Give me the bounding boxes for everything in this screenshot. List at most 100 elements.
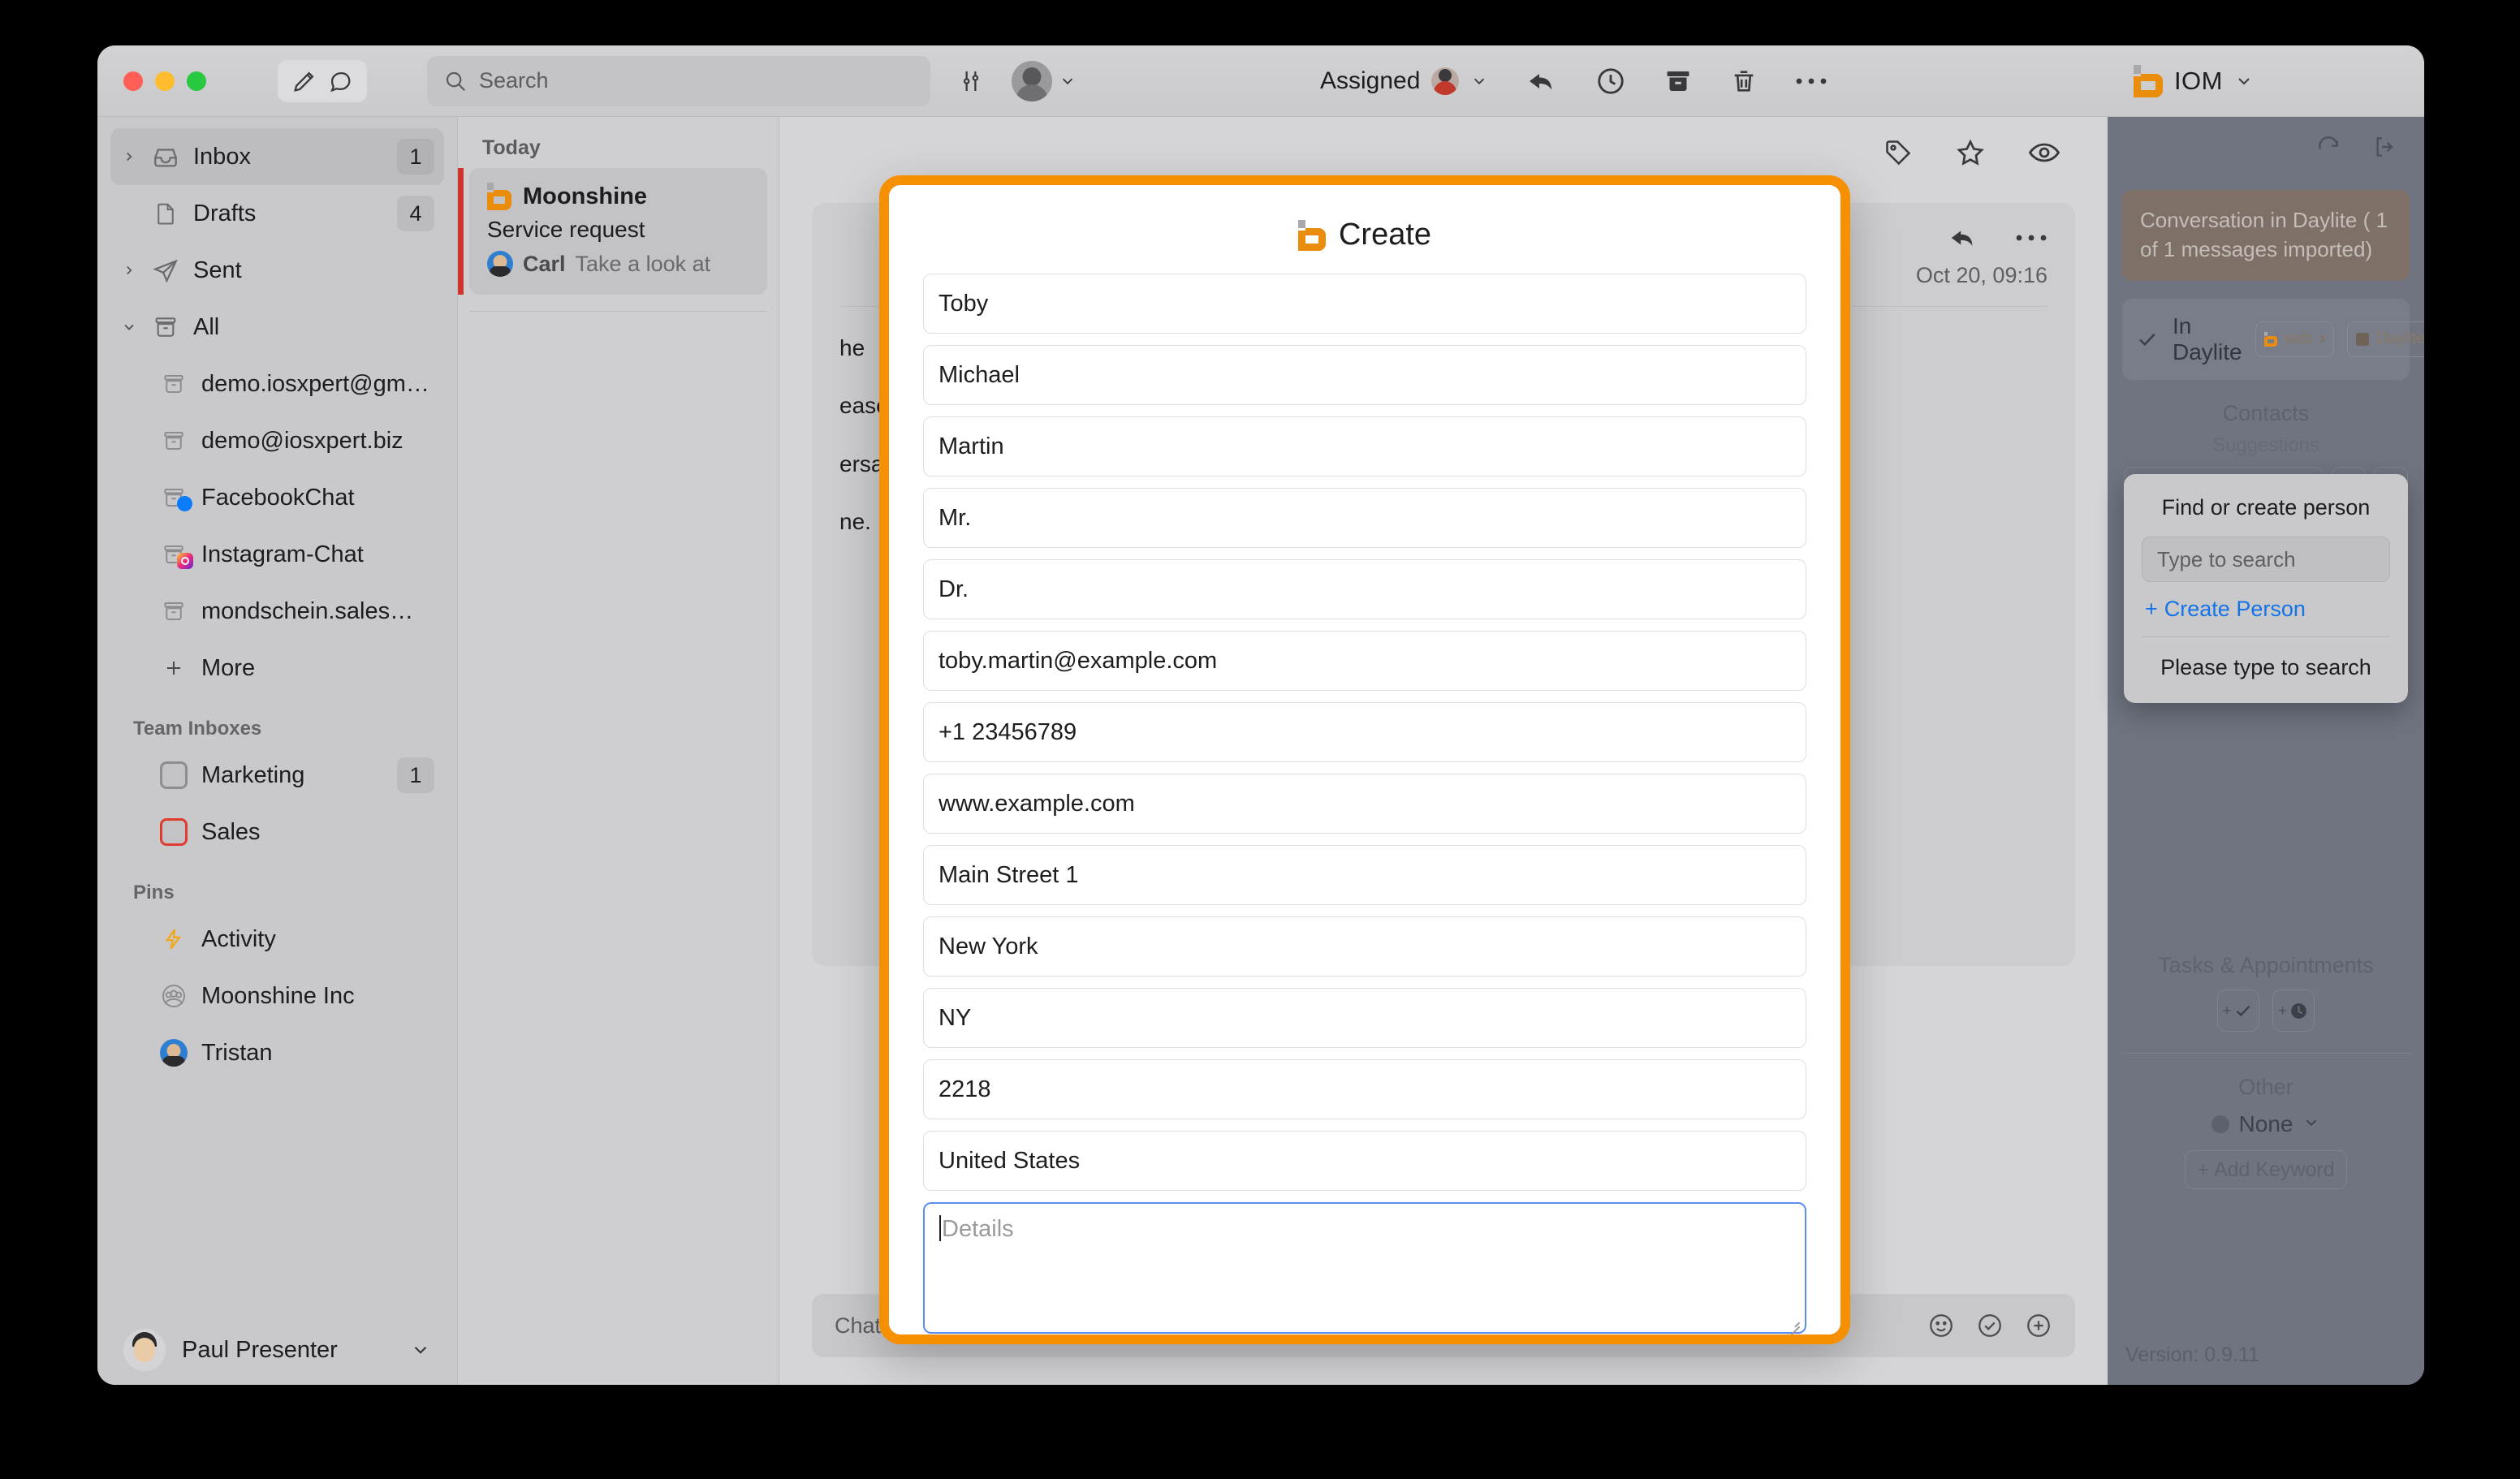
sidebar-item-drafts[interactable]: Drafts 4: [110, 185, 444, 242]
website-input[interactable]: www.example.com: [923, 774, 1806, 834]
open-in-daylite-button[interactable]: Daylite »: [2346, 321, 2424, 357]
emoji-icon[interactable]: [1927, 1312, 1955, 1339]
salutation-input[interactable]: Mr.: [923, 488, 1806, 548]
eye-icon[interactable]: [2028, 140, 2060, 165]
title-input[interactable]: Dr.: [923, 559, 1806, 619]
sidebar-item-label: Sent: [193, 257, 242, 283]
pencil-icon[interactable]: [291, 67, 318, 95]
sidebar-item-tristan[interactable]: Tristan: [110, 1024, 444, 1081]
modal-title-label: Create: [1338, 218, 1432, 252]
create-person-button[interactable]: + Create Person: [2145, 597, 2390, 622]
close-window-button[interactable]: [123, 71, 143, 91]
suggestions-title: Suggestions: [2211, 433, 2320, 456]
resize-handle[interactable]: [1787, 1315, 1800, 1328]
user-name: Paul Presenter: [182, 1336, 338, 1363]
sidebar-item-sales[interactable]: Sales: [110, 804, 444, 860]
add-keyword-button[interactable]: + Add Keyword: [2185, 1150, 2347, 1189]
sliders-icon[interactable]: [958, 68, 984, 94]
star-icon[interactable]: [1955, 137, 1986, 168]
daylite-pill-label: Daylite: [2375, 330, 2424, 348]
plus-icon: +: [2197, 1158, 2209, 1181]
team-color-swatch-icon: [158, 818, 190, 846]
tag-icon[interactable]: [1884, 138, 1913, 167]
chevron-down-icon[interactable]: [410, 1339, 431, 1360]
pins-title: Pins: [133, 882, 175, 903]
sidebar-item-inbox[interactable]: Inbox 1: [110, 128, 444, 185]
trash-icon[interactable]: [1730, 67, 1758, 96]
user-profile-button[interactable]: Paul Presenter: [97, 1315, 457, 1385]
sidebar-item-facebookchat[interactable]: FacebookChat: [110, 469, 444, 526]
account-avatar-button[interactable]: [1012, 60, 1077, 101]
logout-icon[interactable]: [2364, 128, 2406, 166]
sidebar-item-all[interactable]: All: [110, 299, 444, 356]
reply-arrow-icon[interactable]: [1525, 67, 1558, 96]
chevron-right-icon[interactable]: [120, 149, 138, 164]
sidebar-item-more[interactable]: More: [110, 640, 444, 696]
modal-content: Create Toby Michael Martin Mr. Dr. toby.…: [889, 185, 1840, 1335]
message-subject: Service request: [487, 217, 645, 242]
sidebar-item-label: demo@iosxpert.biz: [201, 427, 403, 454]
task-check-icon[interactable]: [1976, 1312, 2004, 1339]
sidebar-item-marketing[interactable]: Marketing 1: [110, 747, 444, 804]
toolbar-actions: [1525, 66, 1827, 97]
search-icon: [443, 69, 468, 93]
popover-empty-state: Please type to search: [2160, 655, 2371, 679]
divider: [2121, 1053, 2411, 1054]
other-status-value: None: [2238, 1111, 2293, 1136]
sidebar-item-activity[interactable]: Activity: [110, 911, 444, 968]
person-search-placeholder: Type to search: [2157, 546, 2296, 571]
unread-badge: 4: [397, 196, 434, 231]
sidebar-item-account-gmail[interactable]: demo.iosxpert@gmail....: [110, 356, 444, 412]
chevron-right-icon[interactable]: [120, 263, 138, 278]
chevron-down-icon[interactable]: [120, 319, 138, 335]
refresh-icon[interactable]: [2307, 128, 2350, 166]
ellipsis-icon[interactable]: [2015, 233, 2048, 243]
contacts-title: Contacts: [2222, 400, 2310, 425]
create-person-modal: Create Toby Michael Martin Mr. Dr. toby.…: [879, 175, 1850, 1344]
archive-box-icon[interactable]: [1663, 67, 1693, 96]
instagram-box-icon: [158, 542, 193, 569]
maximize-window-button[interactable]: [187, 71, 206, 91]
last-name-input[interactable]: Martin: [923, 416, 1806, 476]
speech-bubble-icon[interactable]: [326, 67, 354, 95]
sidebar-item-account-mondschein[interactable]: mondschein.sales@ios...: [110, 583, 444, 640]
details-textarea[interactable]: Details: [923, 1202, 1806, 1334]
toolbar-right-group: [930, 60, 1077, 101]
add-task-icon[interactable]: +: [2217, 990, 2259, 1032]
middle-name-input[interactable]: Michael: [923, 345, 1806, 405]
sidebar-item-sent[interactable]: Sent: [110, 242, 444, 299]
country-input[interactable]: United States: [923, 1131, 1806, 1191]
list-divider: [469, 311, 767, 312]
ellipsis-icon[interactable]: [1795, 76, 1827, 86]
state-input[interactable]: NY: [923, 988, 1806, 1048]
street-input[interactable]: Main Street 1: [923, 845, 1806, 905]
brand-menu[interactable]: IOM: [2133, 64, 2254, 97]
postal-code-input[interactable]: 2218: [923, 1059, 1806, 1119]
email-input[interactable]: toby.martin@example.com: [923, 631, 1806, 691]
city-input[interactable]: New York: [923, 916, 1806, 977]
brand-label: IOM: [2173, 66, 2223, 95]
first-name-input[interactable]: Toby: [923, 274, 1806, 334]
minimize-window-button[interactable]: [155, 71, 175, 91]
unread-badge: 1: [397, 139, 434, 175]
sidebar-item-label: Instagram-Chat: [201, 541, 364, 567]
other-title: Other: [2238, 1075, 2293, 1099]
search-input[interactable]: Search: [427, 55, 930, 106]
reply-arrow-icon[interactable]: [1947, 224, 1979, 252]
add-appointment-icon[interactable]: +: [2272, 990, 2315, 1032]
sidebar-item-label: Drafts: [193, 200, 257, 226]
message-list-item[interactable]: Moonshine Service request Carl Take a lo…: [458, 168, 767, 295]
sidebar-item-instagram-chat[interactable]: Instagram-Chat: [110, 526, 444, 583]
assigned-filter[interactable]: Assigned: [1320, 67, 1488, 95]
inbox-icon: [149, 143, 182, 170]
sidebar-item-label: Tristan: [201, 1039, 273, 1066]
other-status-selector[interactable]: None: [2108, 1111, 2424, 1137]
sidebar-item-moonshine-inc[interactable]: Moonshine Inc: [110, 968, 444, 1024]
clock-icon[interactable]: [1595, 66, 1626, 97]
person-search-input[interactable]: Type to search: [2142, 537, 2390, 582]
add-plus-icon[interactable]: [2025, 1312, 2052, 1339]
phone-input[interactable]: +1 23456789: [923, 702, 1806, 762]
sidebar-item-account-biz[interactable]: demo@iosxpert.biz: [110, 412, 444, 469]
open-in-web-button[interactable]: web ›: [2255, 321, 2334, 357]
sidebar-item-label: More: [201, 654, 256, 681]
